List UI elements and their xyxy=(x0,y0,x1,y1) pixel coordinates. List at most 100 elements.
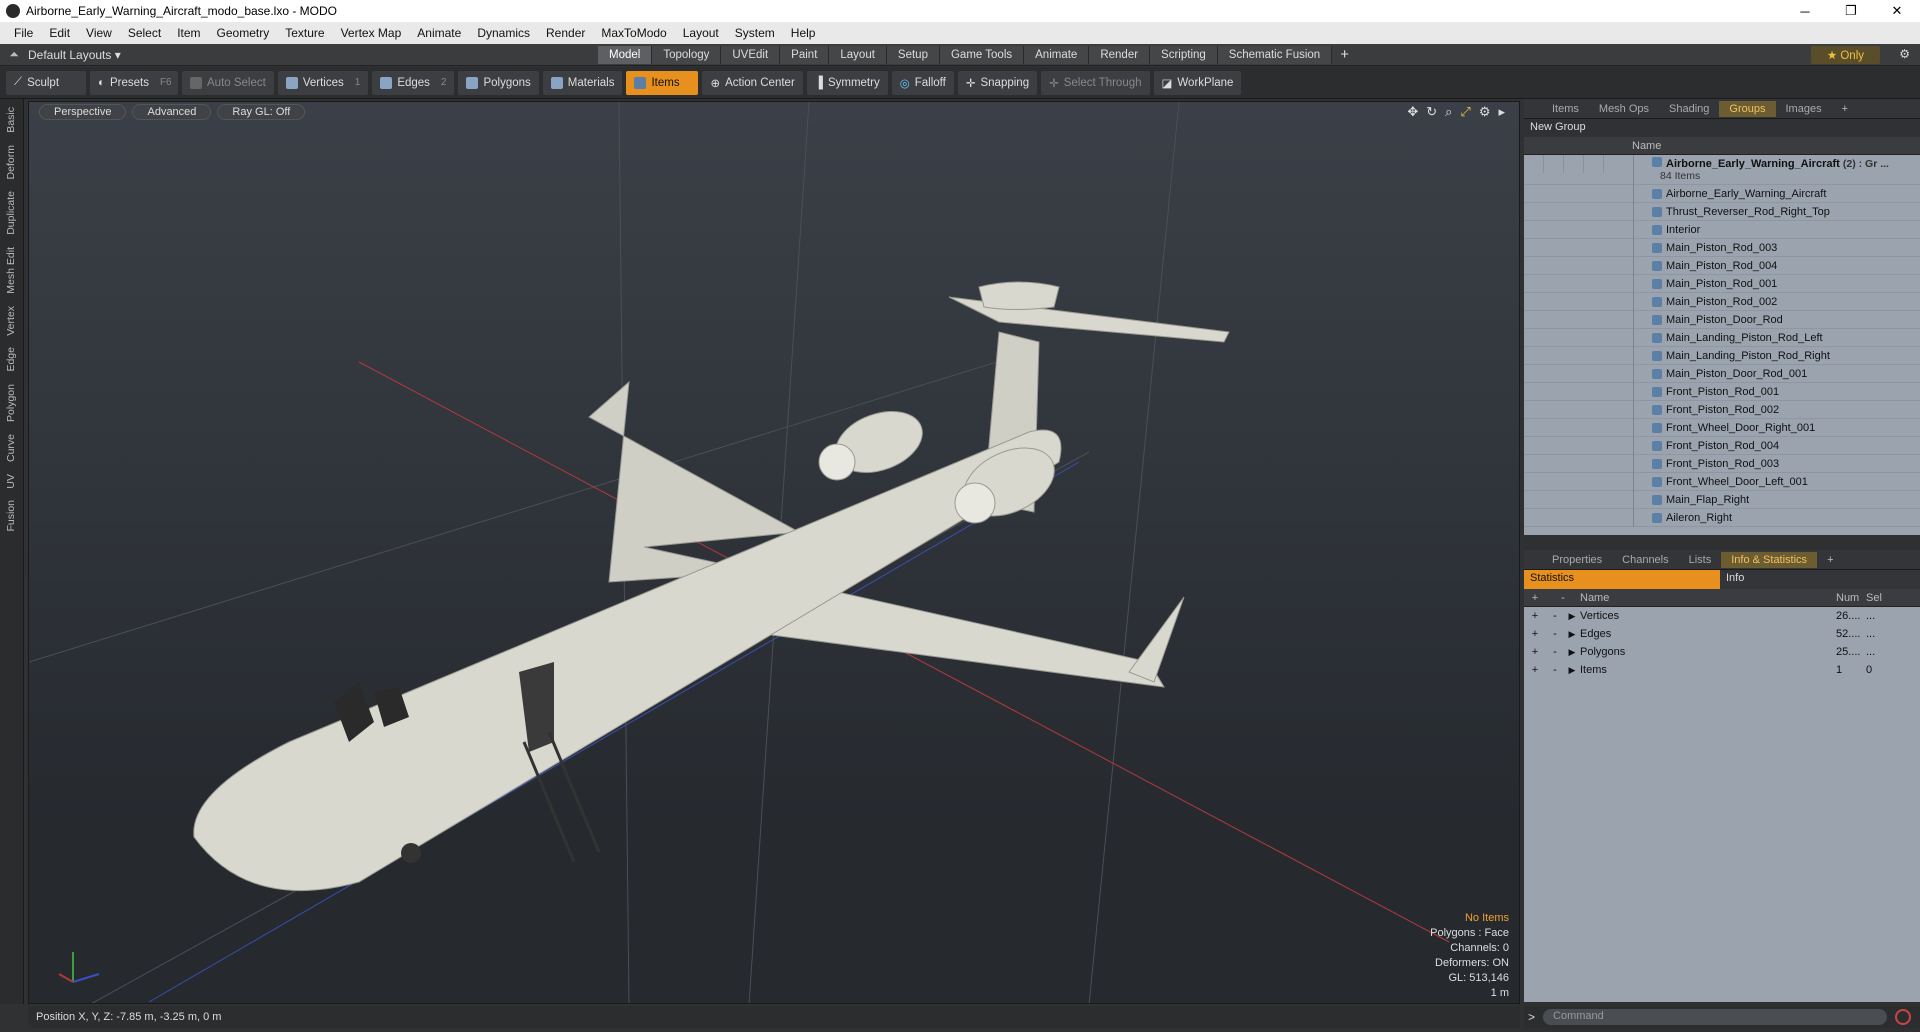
expand-arrow-icon[interactable]: ▶ xyxy=(1564,629,1580,640)
presets-button[interactable]: ◐ Presets F6 xyxy=(90,70,178,95)
menu-view[interactable]: View xyxy=(78,26,120,40)
lefttab-curve[interactable]: Curve xyxy=(5,430,17,466)
new-group-button[interactable]: New Group xyxy=(1524,119,1920,137)
viewport-menu-icon[interactable]: ▸ xyxy=(1498,104,1505,120)
raygl-dropdown[interactable]: Ray GL: Off xyxy=(217,104,306,120)
layout-expand-icon[interactable]: ⏶ xyxy=(0,47,28,62)
close-button[interactable]: ✕ xyxy=(1874,0,1920,22)
list-item[interactable]: Interior xyxy=(1524,220,1920,239)
menu-select[interactable]: Select xyxy=(120,26,169,40)
list-item[interactable]: Front_Wheel_Door_Left_001 xyxy=(1524,472,1920,491)
plus-icon[interactable]: + xyxy=(1524,628,1546,640)
list-item[interactable]: Main_Piston_Door_Rod_001 xyxy=(1524,364,1920,383)
tab-scripting[interactable]: Scripting xyxy=(1150,45,1218,64)
list-item[interactable]: Main_Piston_Rod_002 xyxy=(1524,292,1920,311)
3d-viewport[interactable]: Perspective Advanced Ray GL: Off ✥ ↻ ⌕ ⤢… xyxy=(28,101,1520,1004)
shading-mode-dropdown[interactable]: Advanced xyxy=(132,104,212,120)
list-item[interactable]: Main_Landing_Piston_Rod_Right xyxy=(1524,346,1920,365)
tab-topology[interactable]: Topology xyxy=(652,45,722,64)
add-panel-tab-button[interactable]: + xyxy=(1832,101,1858,117)
tab-layout[interactable]: Layout xyxy=(829,45,887,64)
tab-info-statistics[interactable]: Info & Statistics xyxy=(1721,551,1818,568)
expand-arrow-icon[interactable]: ▶ xyxy=(1564,611,1580,622)
add-lower-tab-button[interactable]: + xyxy=(1817,552,1843,568)
tab-paint[interactable]: Paint xyxy=(780,45,830,64)
list-item[interactable]: Front_Piston_Rod_003 xyxy=(1524,454,1920,473)
list-item[interactable]: Thrust_Reverser_Rod_Right_Top xyxy=(1524,202,1920,221)
list-item[interactable]: Main_Piston_Rod_001 xyxy=(1524,274,1920,293)
list-item[interactable]: Main_Piston_Door_Rod xyxy=(1524,310,1920,329)
lefttab-duplicate[interactable]: Duplicate xyxy=(5,187,17,239)
list-item[interactable]: Front_Wheel_Door_Right_001 xyxy=(1524,418,1920,437)
tab-properties[interactable]: Properties xyxy=(1542,552,1612,568)
minimize-button[interactable]: ─ xyxy=(1782,0,1828,22)
select-through-button[interactable]: ✛ Select Through xyxy=(1041,70,1150,95)
only-toggle[interactable]: ★ Only xyxy=(1810,46,1880,64)
tab-lists[interactable]: Lists xyxy=(1679,552,1722,568)
lefttab-deform[interactable]: Deform xyxy=(5,141,17,183)
layouts-dropdown[interactable]: Default Layouts ▾ xyxy=(28,48,598,62)
tab-animate[interactable]: Animate xyxy=(1024,45,1090,64)
menu-layout[interactable]: Layout xyxy=(675,26,727,40)
menu-geometry[interactable]: Geometry xyxy=(209,26,278,40)
lefttab-vertex[interactable]: Vertex xyxy=(5,302,17,340)
list-item[interactable]: Front_Piston_Rod_002 xyxy=(1524,400,1920,419)
tab-images[interactable]: Images xyxy=(1776,101,1832,117)
lefttab-basic[interactable]: Basic xyxy=(5,103,17,137)
stat-row[interactable]: + - ▶ Polygons 25....... xyxy=(1524,643,1920,661)
statistics-tab[interactable]: Statistics xyxy=(1524,570,1720,589)
stat-row[interactable]: + - ▶ Items 1 0 xyxy=(1524,661,1920,679)
collapse-all-icon[interactable]: - xyxy=(1546,592,1580,604)
list-item[interactable]: Front_Piston_Rod_001 xyxy=(1524,382,1920,401)
list-item[interactable]: Main_Landing_Piston_Rod_Left xyxy=(1524,328,1920,347)
minus-icon[interactable]: - xyxy=(1546,610,1564,622)
maximize-button[interactable]: ❐ xyxy=(1828,0,1874,22)
menu-item[interactable]: Item xyxy=(169,26,208,40)
render-icon[interactable] xyxy=(1564,155,1584,173)
menu-texture[interactable]: Texture xyxy=(277,26,332,40)
menu-file[interactable]: File xyxy=(6,26,41,40)
action-center-button[interactable]: ⊕ Action Center xyxy=(702,70,803,95)
list-item[interactable]: Airborne_Early_Warning_Aircraft xyxy=(1524,184,1920,203)
group-row[interactable]: Airborne_Early_Warning_Aircraft (2) : Gr… xyxy=(1524,155,1920,185)
list-item[interactable]: Front_Piston_Rod_004 xyxy=(1524,436,1920,455)
menu-maxtomodo[interactable]: MaxToModo xyxy=(593,26,674,40)
lefttab-mesh-edit[interactable]: Mesh Edit xyxy=(5,243,17,298)
gear-icon[interactable]: ⚙ xyxy=(1899,47,1910,61)
list-item[interactable]: Main_Flap_Right xyxy=(1524,490,1920,509)
symmetry-button[interactable]: ▐ Symmetry xyxy=(806,70,888,95)
plus-icon[interactable]: + xyxy=(1524,646,1546,658)
minus-icon[interactable]: - xyxy=(1546,646,1564,658)
list-item[interactable]: Main_Piston_Rod_004 xyxy=(1524,256,1920,275)
expand-all-icon[interactable]: + xyxy=(1524,592,1546,604)
tab-model[interactable]: Model xyxy=(598,45,653,64)
expand-arrow-icon[interactable]: ▶ xyxy=(1564,647,1580,658)
snapping-button[interactable]: ✛ Snapping xyxy=(957,70,1038,95)
tab-items[interactable]: Items xyxy=(1542,101,1589,117)
groups-list[interactable]: Airborne_Early_Warning_Aircraft (2) : Gr… xyxy=(1524,155,1920,535)
menu-vertex-map[interactable]: Vertex Map xyxy=(333,26,410,40)
menu-help[interactable]: Help xyxy=(783,26,824,40)
tab-setup[interactable]: Setup xyxy=(886,45,940,64)
edges-button[interactable]: Edges 2 xyxy=(372,70,455,95)
minus-icon[interactable]: - xyxy=(1546,664,1564,676)
eye-icon[interactable] xyxy=(1524,155,1544,173)
minus-icon[interactable]: - xyxy=(1546,628,1564,640)
pan-icon[interactable]: ✥ xyxy=(1407,104,1418,120)
rotate-icon[interactable]: ↻ xyxy=(1426,104,1437,120)
tab-uvedit[interactable]: UVEdit xyxy=(721,45,781,64)
auto-select-button[interactable]: Auto Select xyxy=(182,70,274,95)
tab-schematic-fusion[interactable]: Schematic Fusion xyxy=(1217,45,1333,64)
tab-shading[interactable]: Shading xyxy=(1659,101,1719,117)
lock-icon[interactable] xyxy=(1544,155,1564,173)
expand-arrow-icon[interactable]: ▶ xyxy=(1564,665,1580,676)
name-column-header[interactable]: Name xyxy=(1632,140,1661,152)
workplane-button[interactable]: ◪ WorkPlane xyxy=(1153,70,1242,95)
lefttab-edge[interactable]: Edge xyxy=(5,343,17,376)
tab-mesh-ops[interactable]: Mesh Ops xyxy=(1589,101,1659,117)
menu-edit[interactable]: Edit xyxy=(41,26,78,40)
tab-groups[interactable]: Groups xyxy=(1719,100,1776,117)
record-macro-icon[interactable] xyxy=(1895,1009,1912,1025)
polygons-button[interactable]: Polygons xyxy=(458,70,539,95)
stat-row[interactable]: + - ▶ Vertices 26....... xyxy=(1524,607,1920,625)
